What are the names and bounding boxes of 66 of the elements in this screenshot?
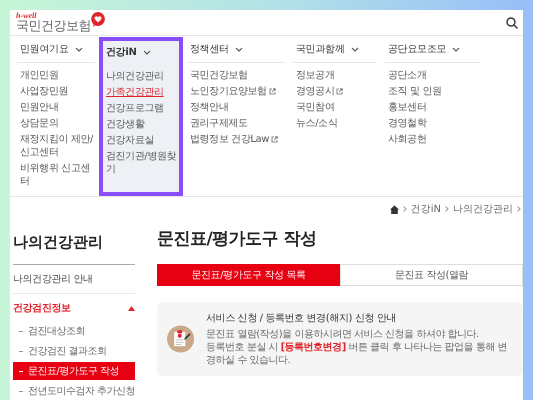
- dropdown-link[interactable]: 권리구제제도: [190, 117, 248, 130]
- dropdown-link[interactable]: 건강프로그램: [106, 102, 164, 115]
- dropdown-link[interactable]: 법령정보 건강Law: [190, 133, 278, 146]
- external-link-icon: [336, 88, 344, 95]
- dropdown-link[interactable]: 홍보센터: [388, 101, 426, 114]
- nav-menu-button[interactable]: 공단요모조모: [385, 36, 481, 63]
- dash-bullet-icon: [19, 330, 23, 332]
- chevron-down-icon: [142, 50, 151, 54]
- dropdown-link[interactable]: 재정지킴이 제안/신고센터: [20, 133, 95, 159]
- dash-bullet-icon: [19, 390, 23, 392]
- dropdown-link[interactable]: 건강생활: [106, 118, 144, 131]
- nav-menu-button[interactable]: 국민과함께: [293, 36, 377, 63]
- dropdown-link[interactable]: 경영공시: [296, 85, 344, 98]
- tab[interactable]: 문진표 작성(열람: [340, 264, 523, 286]
- notice-text: 등록번호 분실 시 [등록번호변경] 버튼 클릭 후 나타나는 팝업을 통해 변경하실 수 있습니다.: [206, 341, 508, 367]
- dropdown-link[interactable]: 사업장민원: [20, 85, 68, 98]
- dropdown-link[interactable]: 검진기관/병원찾기: [106, 150, 179, 176]
- sidebar-title: 나의건강관리: [13, 227, 135, 265]
- logo-tagline: h-well: [16, 12, 38, 20]
- caret-up-icon: [128, 306, 135, 310]
- tab[interactable]: 문진표/평가도구 작성 목록: [157, 264, 340, 286]
- sidebar-item[interactable]: 건강검진정보: [13, 294, 135, 322]
- dropdown-link[interactable]: 경영철학: [388, 117, 426, 130]
- dropdown-link[interactable]: 국민참여: [296, 101, 334, 114]
- dropdown-link[interactable]: 국민건강보험: [190, 69, 248, 82]
- nav-menu-button[interactable]: 건강iN: [103, 41, 179, 64]
- search-icon[interactable]: [506, 16, 518, 28]
- dash-bullet-icon: [19, 350, 23, 352]
- home-icon[interactable]: [390, 204, 399, 214]
- notice-title: 서비스 신청 / 등록번호 변경(해지) 신청 안내: [206, 312, 397, 325]
- chevron-right-icon: [402, 206, 407, 212]
- chevron-down-icon: [74, 46, 83, 52]
- external-link-icon: [271, 136, 278, 143]
- chevron-down-icon: [452, 46, 460, 52]
- sidebar-subitem[interactable]: 건강검진 결과조회: [13, 342, 135, 360]
- dropdown-link[interactable]: 노인장기요양보험: [190, 85, 276, 98]
- dash-bullet-icon: [19, 370, 23, 372]
- dropdown-link[interactable]: 민원안내: [20, 101, 58, 114]
- dropdown-link[interactable]: 조직 및 인원: [388, 85, 442, 98]
- dropdown-link[interactable]: 나의건강관리: [106, 70, 164, 83]
- notice-text: 문진표 열람(작성)을 이용하시려면 서비스 신청을 하셔야 합니다.: [206, 328, 480, 341]
- dropdown-link[interactable]: 가족건강관리: [106, 86, 164, 99]
- chevron-down-icon: [234, 46, 243, 52]
- chevron-right-icon: [517, 206, 521, 212]
- chevron-right-icon: [445, 206, 449, 212]
- dropdown-link[interactable]: 비위행위 신고센터: [20, 162, 95, 188]
- sidebar-subitem[interactable]: 검진대상조회: [13, 322, 135, 340]
- dropdown-link[interactable]: 공단소개: [388, 69, 426, 82]
- logo-name[interactable]: 국민건강보험: [16, 20, 91, 33]
- sidebar-subitem[interactable]: 전년도미수검자 추가신청: [13, 382, 135, 400]
- page-title: 문진표/평가도구 작성: [157, 228, 318, 250]
- nav-menu-button[interactable]: 정책센터: [187, 36, 285, 63]
- sidebar-subitem[interactable]: 문진표/평가도구 작성: [13, 362, 135, 380]
- dropdown-link[interactable]: 건강자료실: [106, 134, 154, 147]
- breadcrumb-link[interactable]: 건강iN: [410, 202, 441, 216]
- dropdown-link[interactable]: 사회공헌: [388, 133, 426, 146]
- dropdown-link[interactable]: 개인민원: [20, 69, 58, 82]
- dropdown-link[interactable]: 정보공개: [296, 69, 334, 82]
- dropdown-link[interactable]: 정책안내: [190, 101, 228, 114]
- nav-menu-button[interactable]: 민원여기요: [17, 36, 95, 63]
- dropdown-link[interactable]: 상담문의: [20, 117, 58, 130]
- sidebar-item[interactable]: 나의건강관리 안내: [13, 265, 135, 294]
- dropdown-link[interactable]: 뉴스/소식: [296, 117, 338, 130]
- breadcrumb-link[interactable]: 나의건강관리: [453, 202, 513, 216]
- external-link-icon: [268, 88, 276, 95]
- chevron-down-icon: [350, 46, 359, 52]
